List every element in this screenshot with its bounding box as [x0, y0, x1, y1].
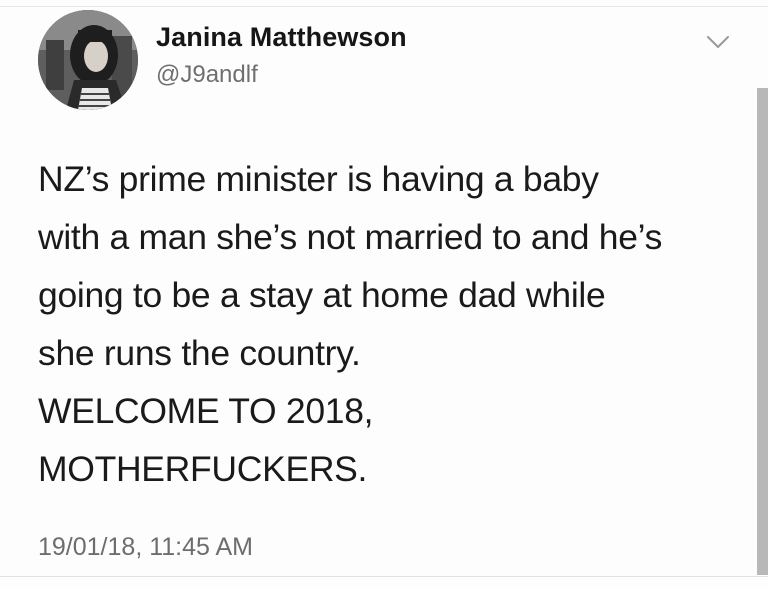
tweet-line: MOTHERFUCKERS.	[38, 449, 368, 489]
tweet-line: WELCOME TO 2018,	[38, 391, 374, 431]
tweet-card: Janina Matthewson @J9andlf NZ’s prime mi…	[0, 0, 768, 589]
bottom-divider	[0, 576, 768, 577]
tweet-line: NZ’s prime minister is having a baby	[38, 159, 599, 199]
user-handle[interactable]: @J9andlf	[156, 61, 258, 89]
profile-photo-icon	[38, 10, 138, 110]
tweet-text: NZ’s prime minister is having a baby wit…	[38, 150, 750, 498]
tweet-line: with a man she’s not married to and he’s	[38, 217, 663, 257]
avatar[interactable]	[38, 10, 138, 110]
top-divider	[0, 6, 768, 7]
chevron-down-icon[interactable]	[706, 34, 730, 50]
scrollbar[interactable]	[757, 88, 768, 575]
display-name[interactable]: Janina Matthewson	[156, 22, 407, 53]
tweet-timestamp[interactable]: 19/01/18, 11:45 AM	[38, 533, 253, 562]
tweet-line: going to be a stay at home dad while	[38, 275, 606, 315]
tweet-line: she runs the country.	[38, 333, 361, 373]
